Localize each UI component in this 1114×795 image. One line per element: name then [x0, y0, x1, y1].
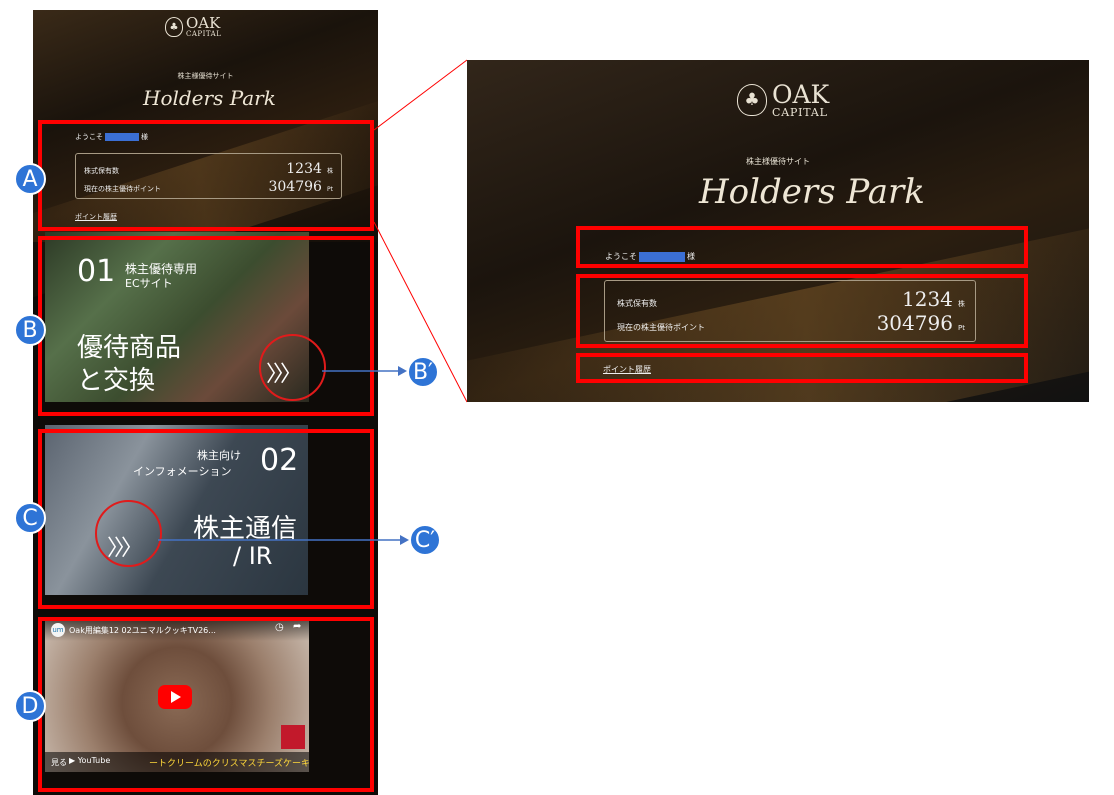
zoom-oak-capital-logo[interactable]: ♣ OAK CAPITAL	[737, 82, 829, 118]
badge-c: C	[14, 502, 46, 534]
zoom-tree-icon: ♣	[737, 84, 767, 116]
badge-c-prime: C′	[409, 524, 441, 556]
zoom-site-subtitle: 株主様優待サイト	[746, 157, 810, 166]
zoom-site-title: Holders Park	[699, 172, 925, 212]
annotation-box-history	[576, 353, 1028, 383]
annotation-box-welcome	[576, 226, 1028, 268]
arrow-head-c	[400, 535, 409, 545]
badge-b: B	[14, 314, 46, 346]
zoom-logo-sub: CAPITAL	[772, 106, 828, 119]
annotation-box-holdings	[576, 274, 1028, 348]
badge-d: D	[14, 690, 46, 722]
badge-b-prime: B′	[407, 356, 439, 388]
arrow-head-b	[398, 366, 407, 376]
zoom-line-top	[373, 59, 468, 131]
badge-a: A	[14, 163, 46, 195]
zoom-logo-name: OAK	[772, 80, 830, 109]
